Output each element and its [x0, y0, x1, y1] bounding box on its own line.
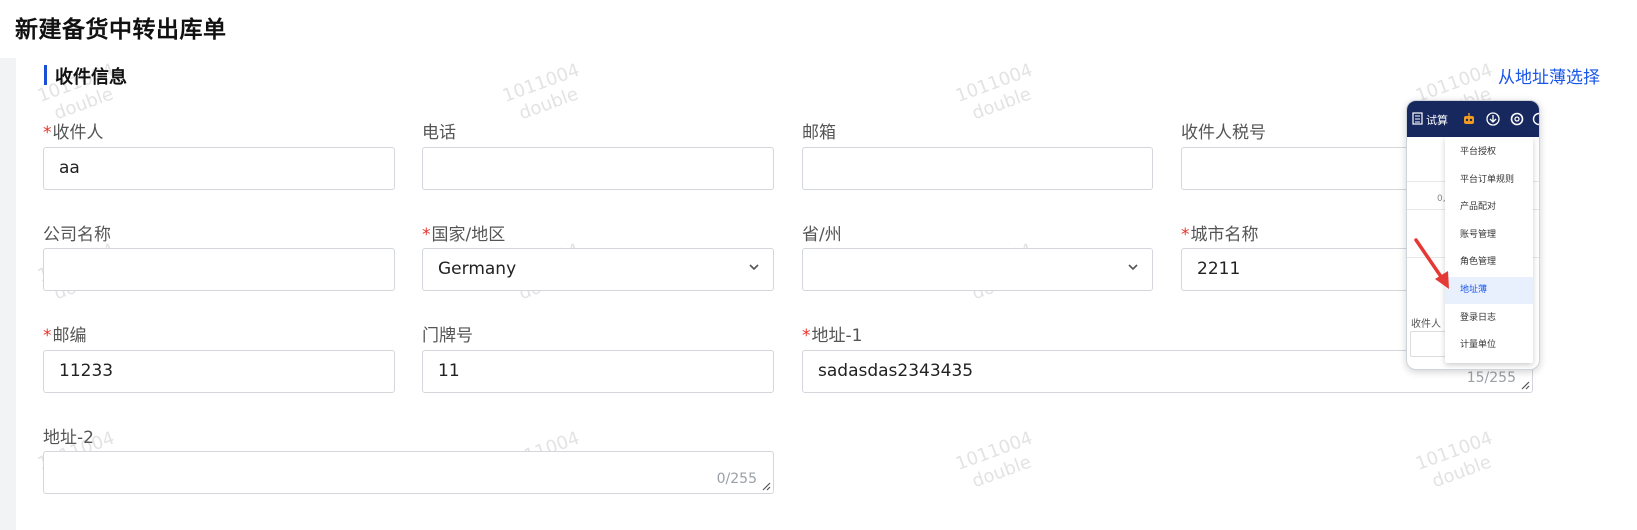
- menu-item: 平台授权: [1460, 147, 1497, 157]
- chevron-down-icon: [749, 264, 759, 271]
- required-mark: *: [802, 326, 811, 346]
- city-label: *城市名称: [1181, 225, 1259, 245]
- calculator-icon: [1412, 112, 1423, 125]
- house-number-input[interactable]: 11: [422, 350, 774, 393]
- download-icon: [1486, 112, 1500, 126]
- partial-icon: [1532, 112, 1539, 126]
- inset-bg-input: [1410, 331, 1450, 357]
- tax-id-label: 收件人税号: [1181, 123, 1266, 143]
- address-book-link[interactable]: 从地址薄选择: [1498, 63, 1600, 88]
- address2-label: 地址-2: [43, 428, 94, 448]
- required-mark: *: [1181, 225, 1190, 245]
- menu-item: 产品配对: [1460, 202, 1497, 213]
- country-label: *国家/地区: [422, 225, 506, 245]
- recipient-input[interactable]: aa: [43, 147, 395, 190]
- settings-icon: [1510, 112, 1524, 126]
- inset-toolbar: 试算: [1407, 101, 1539, 137]
- resize-handle-icon[interactable]: [761, 481, 771, 491]
- menu-item: 计量单位: [1460, 340, 1497, 351]
- required-mark: *: [422, 225, 431, 245]
- required-mark: *: [43, 326, 52, 346]
- company-label: 公司名称: [43, 225, 111, 245]
- recipient-label: *收件人: [43, 123, 104, 143]
- menu-item: 角色管理: [1460, 257, 1497, 268]
- section-accent-bar: [44, 65, 47, 85]
- inset-bg-text: 收件人: [1411, 319, 1441, 330]
- company-input[interactable]: [43, 248, 395, 291]
- province-label: 省/州: [802, 225, 842, 245]
- red-arrow-icon: [1414, 238, 1449, 289]
- menu-item: 账号管理: [1460, 229, 1497, 240]
- menu-item: 地址薄: [1445, 277, 1533, 304]
- page-title: 新建备货中转出库单: [15, 17, 227, 43]
- phone-label: 电话: [422, 123, 456, 143]
- phone-input[interactable]: [422, 147, 774, 190]
- address1-char-counter: 15/255: [1466, 370, 1516, 386]
- inset-toolbar-label: 试算: [1426, 114, 1448, 127]
- country-value: Germany: [438, 259, 517, 279]
- required-mark: *: [43, 123, 52, 143]
- section-title: 收件信息: [55, 67, 127, 88]
- house-number-label: 门牌号: [422, 326, 473, 346]
- robot-icon: [1464, 113, 1474, 124]
- email-label: 邮箱: [802, 123, 836, 143]
- address2-char-counter: 0/255: [716, 471, 757, 487]
- country-select[interactable]: Germany: [422, 248, 774, 291]
- resize-handle-icon[interactable]: [1520, 380, 1530, 390]
- page-header: 新建备货中转出库单: [0, 0, 1637, 58]
- menu-item: 登录日志: [1460, 312, 1497, 323]
- menu-item: 平台订单规则: [1460, 174, 1515, 185]
- province-select[interactable]: [802, 248, 1153, 291]
- postcode-label: *邮编: [43, 326, 87, 346]
- address2-textarea[interactable]: 0/255: [43, 451, 774, 494]
- address1-label: *地址-1: [802, 326, 863, 346]
- address1-value: sadasdas2343435: [818, 361, 974, 381]
- postcode-input[interactable]: 11233: [43, 350, 395, 393]
- email-input[interactable]: [802, 147, 1153, 190]
- chevron-down-icon: [1128, 264, 1138, 271]
- help-inset-screenshot: 试算 0, 收件人 平台授权 平台订单规则 产品配对 账号管理 角色管理 地址薄 登录日志计…: [1406, 100, 1540, 370]
- settings-dropdown-menu: 平台授权平台订单规则 产品配对账号管理角色管理地址薄登录日志计量单位: [1445, 137, 1533, 363]
